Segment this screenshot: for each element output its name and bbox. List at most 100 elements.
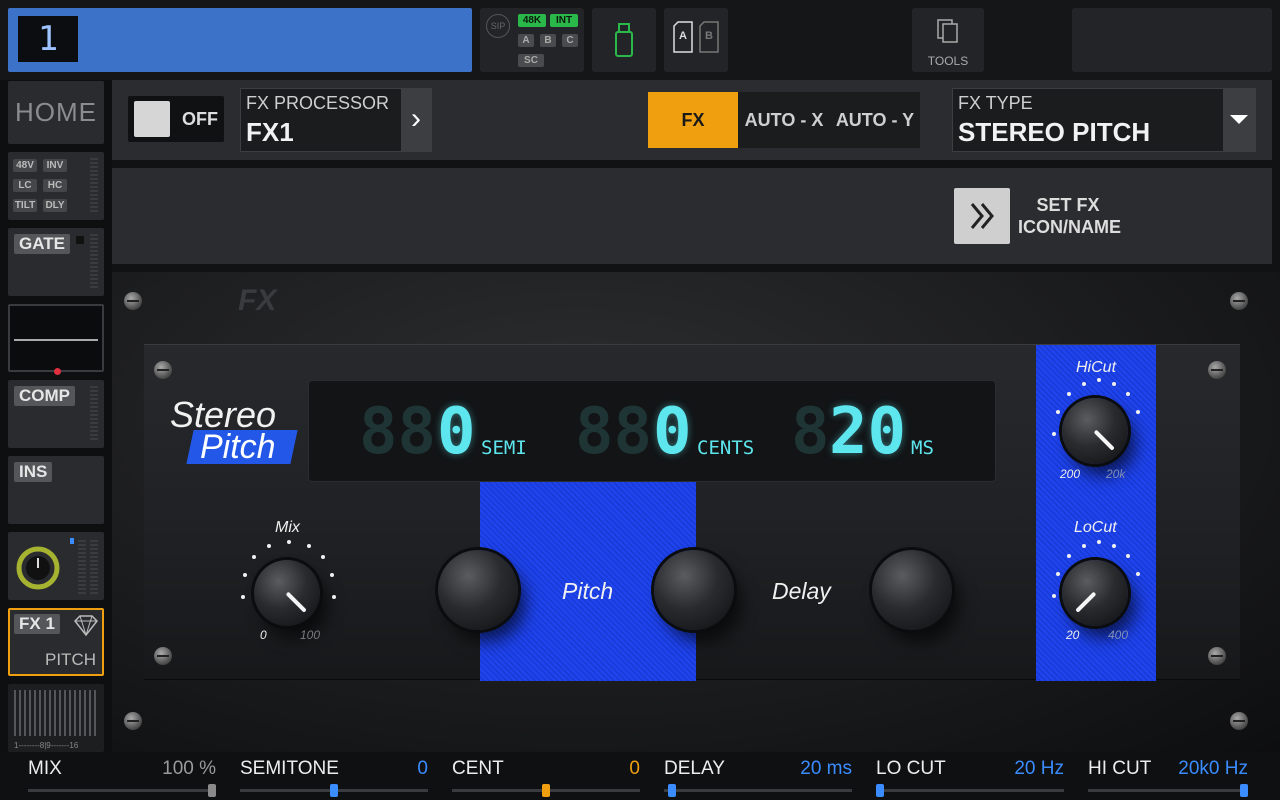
comp-label: COMP	[14, 386, 75, 406]
usb-icon	[615, 23, 633, 57]
locut-min-label: 20	[1066, 628, 1080, 642]
param-semitone[interactable]: SEMITONE 0	[240, 752, 428, 800]
delay-label: Delay	[772, 578, 831, 604]
gate-meter	[90, 234, 98, 290]
mix-knob-pointer	[285, 591, 307, 613]
scale-dot	[321, 555, 325, 559]
param-value: 20 Hz	[1014, 758, 1064, 779]
param-value: 20k0 Hz	[1178, 758, 1248, 779]
param-name: HI CUT	[1088, 758, 1152, 779]
scale-dot	[1136, 572, 1140, 576]
chevron-right-icon[interactable]: ›	[401, 89, 431, 151]
tag-lc: LC	[13, 179, 37, 192]
screw-icon	[1208, 361, 1226, 379]
scale-dot	[1097, 378, 1101, 382]
sidebar-item-gate[interactable]: GATE	[8, 228, 104, 296]
fx-processor-selector[interactable]: FX PROCESSOR FX1 ›	[240, 88, 432, 152]
screw-icon	[154, 647, 172, 665]
param-slider-thumb[interactable]	[1240, 784, 1248, 797]
cent-knob[interactable]	[654, 550, 734, 630]
locut-knob[interactable]	[1062, 560, 1128, 626]
top-right-empty-button[interactable]	[1072, 8, 1272, 72]
sidebar-item-eq[interactable]	[8, 304, 104, 375]
tag-hc: HC	[43, 179, 67, 192]
delay-knob[interactable]	[872, 550, 952, 630]
tag-48k: 48K	[518, 14, 546, 27]
param-delay[interactable]: DELAY 20 ms	[664, 752, 852, 800]
param-cent[interactable]: CENT 0	[452, 752, 640, 800]
param-slider-thumb[interactable]	[330, 784, 338, 797]
fx-processor-label: FX PROCESSOR	[246, 93, 390, 113]
toggle-label: OFF	[182, 109, 218, 129]
pan-knob-icon	[16, 546, 60, 590]
tools-button[interactable]: TOOLS	[912, 8, 984, 72]
param-name: CENT	[452, 758, 504, 779]
tab-auto-y[interactable]: AUTO - Y	[830, 92, 920, 148]
scale-dot	[1067, 554, 1071, 558]
param-name: SEMITONE	[240, 758, 339, 779]
cents-unit: CENTS	[697, 437, 755, 459]
sidebar-item-fx1[interactable]: FX 1 PITCH	[8, 608, 104, 676]
sidebar-item-insert[interactable]: INS	[8, 456, 104, 524]
fx1-type: PITCH	[45, 650, 96, 669]
scale-dot	[332, 595, 336, 599]
param-slider-track[interactable]	[28, 784, 216, 797]
usb-button[interactable]	[592, 8, 656, 72]
sends-meters	[14, 690, 98, 736]
fx-type-dropdown[interactable]: FX TYPE STEREO PITCH	[952, 88, 1256, 152]
channel-number: 1	[18, 16, 78, 62]
sidebar-item-sends[interactable]: 1--------8|9-------16	[8, 684, 104, 752]
param-slider-thumb[interactable]	[208, 784, 216, 797]
param-slider-track[interactable]	[876, 784, 1064, 797]
semitone-knob[interactable]	[438, 550, 518, 630]
card-a-label: A	[679, 30, 687, 42]
param-mix[interactable]: MIX 100 %	[28, 752, 216, 800]
scale-dot	[330, 573, 334, 577]
param-lo-cut[interactable]: LO CUT 20 Hz	[876, 752, 1064, 800]
fx-rack-unit: FX Stereo Pitch 88 0 SEMI 88 0 CENTS 8 2…	[112, 272, 1280, 752]
eq-curve	[14, 339, 98, 341]
sends-scale: 1--------8|9-------16	[14, 741, 79, 750]
pitch-label: Pitch	[562, 578, 614, 604]
screw-icon	[124, 712, 142, 730]
param-slider-thumb[interactable]	[542, 784, 550, 797]
param-hi-cut[interactable]: HI CUT 20k0 Hz	[1088, 752, 1248, 800]
scale-dot	[1136, 410, 1140, 414]
param-slider-track[interactable]	[452, 784, 640, 797]
card-b-label: B	[705, 30, 713, 42]
home-button[interactable]: HOME	[8, 81, 104, 144]
scale-dot	[1126, 554, 1130, 558]
param-slider-track[interactable]	[240, 784, 428, 797]
chevron-down-icon[interactable]	[1223, 89, 1255, 151]
tab-auto-x[interactable]: AUTO - X	[738, 92, 830, 148]
channel-selector[interactable]: 1	[8, 8, 472, 72]
tag-inv: INV	[43, 159, 67, 172]
sidebar-item-comp[interactable]: COMP	[8, 380, 104, 448]
tag-a: A	[518, 34, 534, 47]
brand-pitch: Pitch	[200, 428, 276, 466]
sd-card-button[interactable]: A B	[664, 8, 728, 72]
scale-dot	[1126, 392, 1130, 396]
fx-onoff-toggle[interactable]: OFF	[128, 96, 224, 142]
param-slider-thumb[interactable]	[876, 784, 884, 797]
scale-dot	[1052, 594, 1056, 598]
param-slider-track[interactable]	[664, 784, 852, 797]
fx-type-label: FX TYPE	[958, 93, 1033, 113]
screw-icon	[124, 292, 142, 310]
hicut-knob[interactable]	[1062, 398, 1128, 464]
sidebar-item-main[interactable]	[8, 532, 104, 600]
screw-icon	[1230, 292, 1248, 310]
set-fx-label-line1: SET FX	[1036, 195, 1100, 215]
input-source-panel[interactable]: SIP 48K INT A B C SC	[480, 8, 584, 72]
mix-knob[interactable]	[254, 560, 320, 626]
param-slider-track[interactable]	[1088, 784, 1248, 797]
eq-point	[54, 368, 61, 375]
semi-ghost-digits: 88	[359, 395, 437, 469]
param-slider-thumb[interactable]	[667, 784, 676, 797]
tab-fx[interactable]: FX	[648, 92, 738, 148]
tools-icon	[937, 19, 958, 43]
set-fx-icon-name-button[interactable]	[954, 188, 1010, 244]
gate-indicator	[76, 236, 84, 244]
sidebar-item-input[interactable]: 48V INV LC HC TILT DLY	[8, 152, 104, 220]
locut-max-label: 400	[1108, 628, 1129, 642]
